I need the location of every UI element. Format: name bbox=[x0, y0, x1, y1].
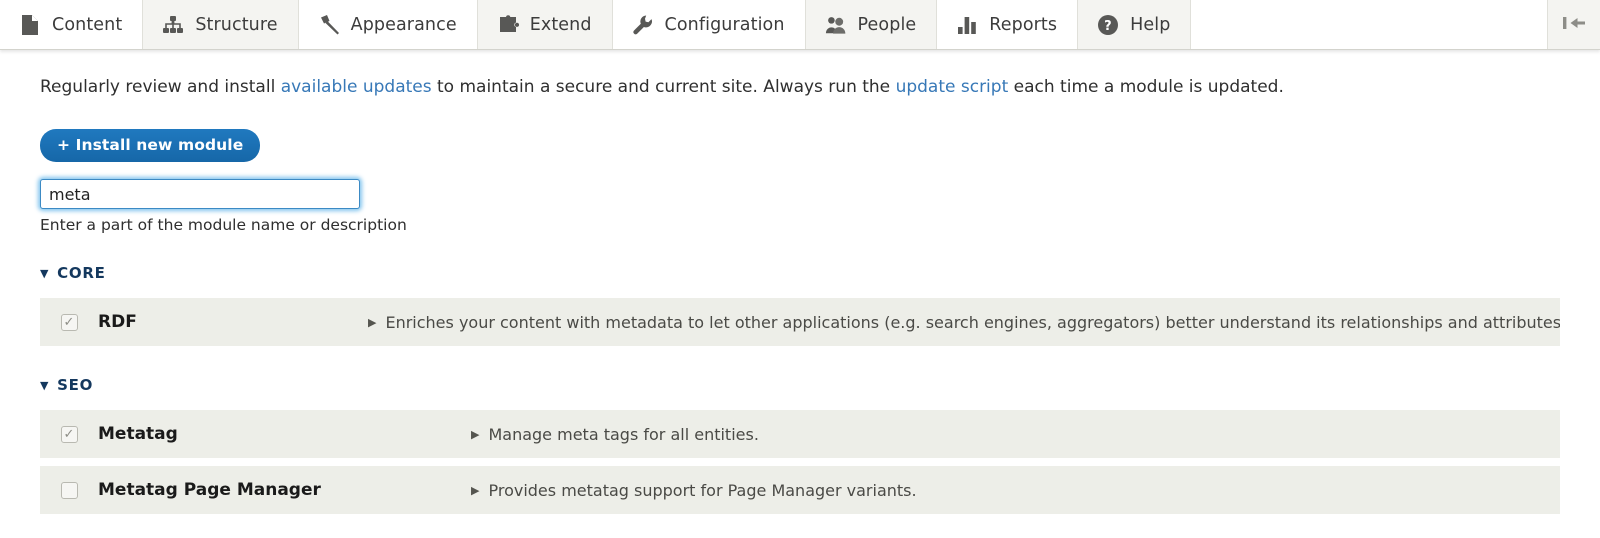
intro-text-before: Regularly review and install bbox=[40, 77, 281, 97]
module-filter-description: Enter a part of the module name or descr… bbox=[40, 216, 1560, 234]
table-row[interactable]: Metatag Page Manager ▶ Provides metatag … bbox=[40, 465, 1560, 514]
intro-text-after: each time a module is updated. bbox=[1008, 77, 1284, 97]
toolbar-tab-structure[interactable]: Structure bbox=[143, 0, 298, 49]
toolbar-tab-label: Extend bbox=[530, 15, 592, 35]
table-row[interactable]: ✓ RDF ▶ Enriches your content with metad… bbox=[40, 297, 1560, 346]
collapse-toolbar-icon bbox=[1561, 13, 1587, 37]
package-seo: ▼ SEO ✓ Metatag ▶ Manage meta tags for a… bbox=[40, 376, 1560, 514]
module-filter-input[interactable] bbox=[40, 179, 360, 209]
module-name: Metatag bbox=[98, 424, 471, 444]
toolbar-empty-area bbox=[1191, 0, 1548, 49]
toolbar-tab-label: Appearance bbox=[351, 15, 457, 35]
paintbrush-icon bbox=[318, 14, 340, 36]
chevron-right-icon[interactable]: ▶ bbox=[471, 485, 479, 496]
package-core: ▼ CORE ✓ RDF ▶ Enriches your content wit… bbox=[40, 264, 1560, 346]
question-mark-icon: ? bbox=[1097, 14, 1119, 36]
module-enable-cell bbox=[40, 482, 98, 499]
module-description: Manage meta tags for all entities. bbox=[488, 425, 758, 444]
people-icon bbox=[825, 14, 847, 36]
toolbar-tab-label: Configuration bbox=[665, 15, 785, 35]
table-row[interactable]: ✓ Metatag ▶ Manage meta tags for all ent… bbox=[40, 409, 1560, 458]
toolbar-tab-label: Structure bbox=[195, 15, 277, 35]
module-description: Enriches your content with metadata to l… bbox=[385, 313, 1560, 332]
module-enable-checkbox-metatag-page-manager[interactable] bbox=[61, 482, 78, 499]
module-enable-checkbox-rdf[interactable]: ✓ bbox=[61, 314, 78, 331]
svg-text:?: ? bbox=[1104, 19, 1112, 34]
module-enable-cell: ✓ bbox=[40, 426, 98, 443]
module-name: RDF bbox=[98, 312, 368, 332]
admin-toolbar: Content Structure Appearance bbox=[0, 0, 1600, 50]
toolbar-tab-label: Help bbox=[1130, 15, 1170, 35]
puzzle-piece-icon bbox=[497, 14, 519, 36]
bar-chart-icon bbox=[956, 14, 978, 36]
module-enable-checkbox-metatag[interactable]: ✓ bbox=[61, 426, 78, 443]
toolbar-tab-label: Reports bbox=[989, 15, 1057, 35]
toolbar-tab-label: People bbox=[858, 15, 917, 35]
module-description-cell: ▶ Enriches your content with metadata to… bbox=[368, 313, 1560, 332]
package-core-header[interactable]: ▼ CORE bbox=[40, 264, 1560, 282]
document-icon bbox=[19, 14, 41, 36]
intro-text-middle: to maintain a secure and current site. A… bbox=[432, 77, 896, 97]
toolbar-tab-appearance[interactable]: Appearance bbox=[299, 0, 478, 49]
module-name: Metatag Page Manager bbox=[98, 480, 471, 500]
page-intro: Regularly review and install available u… bbox=[40, 67, 1560, 98]
toolbar-orientation-toggle[interactable] bbox=[1548, 0, 1600, 49]
toolbar-tab-people[interactable]: People bbox=[806, 0, 938, 49]
toolbar-tab-extend[interactable]: Extend bbox=[478, 0, 613, 49]
chevron-down-icon: ▼ bbox=[40, 380, 49, 391]
module-description: Provides metatag support for Page Manage… bbox=[488, 481, 916, 500]
install-new-module-button[interactable]: + Install new module bbox=[40, 129, 260, 162]
package-seo-label: SEO bbox=[57, 376, 93, 394]
package-core-modules: ✓ RDF ▶ Enriches your content with metad… bbox=[40, 297, 1560, 346]
extend-page: Regularly review and install available u… bbox=[0, 67, 1600, 514]
toolbar-tab-content[interactable]: Content bbox=[0, 0, 143, 49]
update-script-link[interactable]: update script bbox=[896, 77, 1009, 97]
toolbar-tab-configuration[interactable]: Configuration bbox=[613, 0, 806, 49]
chevron-right-icon[interactable]: ▶ bbox=[471, 429, 479, 440]
toolbar-tab-reports[interactable]: Reports bbox=[937, 0, 1078, 49]
package-core-label: CORE bbox=[57, 264, 105, 282]
chevron-down-icon: ▼ bbox=[40, 268, 49, 279]
chevron-right-icon[interactable]: ▶ bbox=[368, 317, 376, 328]
available-updates-link[interactable]: available updates bbox=[281, 77, 432, 97]
package-seo-header[interactable]: ▼ SEO bbox=[40, 376, 1560, 394]
module-description-cell: ▶ Provides metatag support for Page Mana… bbox=[471, 481, 1560, 500]
toolbar-tab-help[interactable]: ? Help bbox=[1078, 0, 1191, 49]
package-seo-modules: ✓ Metatag ▶ Manage meta tags for all ent… bbox=[40, 409, 1560, 514]
sitemap-icon bbox=[162, 14, 184, 36]
module-description-cell: ▶ Manage meta tags for all entities. bbox=[471, 425, 1560, 444]
toolbar-tab-label: Content bbox=[52, 15, 122, 35]
module-enable-cell: ✓ bbox=[40, 314, 98, 331]
module-filter: Enter a part of the module name or descr… bbox=[40, 179, 1560, 234]
wrench-icon bbox=[632, 14, 654, 36]
